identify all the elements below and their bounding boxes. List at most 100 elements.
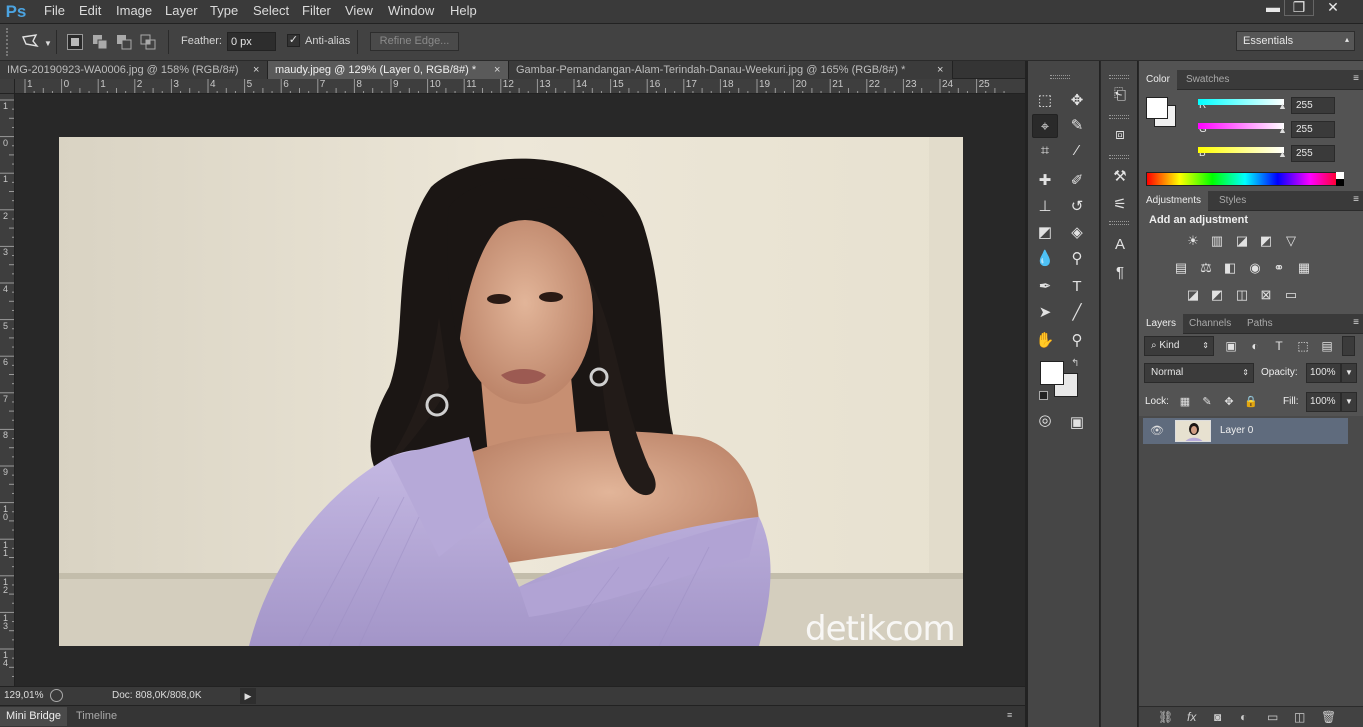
- toolbox-grip[interactable]: [1050, 75, 1070, 79]
- opacity-dropdown-icon[interactable]: ▼: [1341, 363, 1357, 383]
- color-spectrum-ramp[interactable]: [1146, 172, 1344, 186]
- brush-presets-icon[interactable]: ⚒: [1110, 167, 1130, 187]
- brightness-contrast-icon[interactable]: ☀: [1183, 232, 1203, 250]
- hand-tool-icon[interactable]: ✋: [1032, 329, 1058, 353]
- subtract-from-selection-icon[interactable]: [116, 34, 132, 50]
- delete-layer-icon[interactable]: 🗑: [1321, 710, 1336, 724]
- blur-tool-icon[interactable]: 💧: [1032, 247, 1058, 271]
- slider-thumb-icon[interactable]: ▲: [1278, 149, 1287, 159]
- invert-icon[interactable]: ◪: [1183, 286, 1203, 304]
- dodge-tool-icon[interactable]: ⚲: [1064, 247, 1090, 271]
- threshold-icon[interactable]: ◫: [1232, 286, 1252, 304]
- vertical-ruler[interactable]: 101234567891011121314: [0, 94, 15, 686]
- polygonal-lasso-tool-icon[interactable]: ⌖: [1032, 114, 1058, 138]
- fill-input[interactable]: 100%: [1306, 392, 1341, 412]
- gradient-map-icon[interactable]: ▭: [1281, 286, 1301, 304]
- ruler-corner[interactable]: [0, 79, 15, 94]
- new-layer-icon[interactable]: ◫: [1294, 710, 1305, 724]
- pen-tool-icon[interactable]: ✒: [1032, 275, 1058, 299]
- refine-edge-button[interactable]: Refine Edge...: [370, 32, 459, 51]
- slider-g[interactable]: [1198, 123, 1284, 129]
- menu-window[interactable]: Window: [388, 0, 434, 24]
- intersect-selection-icon[interactable]: [140, 34, 156, 50]
- eyedropper-icon[interactable]: ⁄: [1064, 139, 1090, 163]
- selective-color-icon[interactable]: ⊠: [1256, 286, 1276, 304]
- tab-maudy[interactable]: maudy.jpeg @ 129% (Layer 0, RGB/8#) * ×: [268, 61, 509, 79]
- tab-timeline[interactable]: Timeline: [70, 707, 123, 726]
- filter-adjustment-icon[interactable]: ◐: [1245, 337, 1265, 355]
- properties-panel-icon[interactable]: ⧈: [1110, 125, 1130, 145]
- photo-filter-icon[interactable]: ◉: [1245, 259, 1265, 277]
- status-share-icon[interactable]: [50, 689, 63, 702]
- new-group-icon[interactable]: ▭: [1267, 710, 1278, 724]
- levels-icon[interactable]: ▥: [1207, 232, 1227, 250]
- menu-type[interactable]: Type: [210, 0, 238, 24]
- tab-layers[interactable]: Layers: [1139, 314, 1184, 334]
- filter-type-icon[interactable]: T: [1269, 337, 1289, 355]
- history-panel-icon[interactable]: ⎗: [1110, 85, 1130, 105]
- link-layers-icon[interactable]: ⛓: [1158, 710, 1173, 724]
- layer-name[interactable]: Layer 0: [1220, 425, 1253, 436]
- tab-color[interactable]: Color: [1139, 70, 1177, 90]
- swap-colors-icon[interactable]: ↰: [1071, 358, 1079, 369]
- menu-help[interactable]: Help: [450, 0, 477, 24]
- tab-img-20190923[interactable]: IMG-20190923-WA0006.jpg @ 158% (RGB/8#) …: [0, 61, 268, 79]
- default-colors-icon[interactable]: [1039, 391, 1048, 400]
- spot-healing-icon[interactable]: ✚: [1032, 169, 1058, 193]
- tab-swatches[interactable]: Swatches: [1179, 70, 1236, 90]
- dock-grip[interactable]: [1109, 155, 1129, 159]
- layer-filter-dropdown[interactable]: ⌕ Kind ⇕: [1144, 336, 1214, 356]
- feather-input[interactable]: [227, 32, 276, 51]
- lock-all-icon[interactable]: 🔒: [1241, 393, 1261, 411]
- lock-transparency-icon[interactable]: ▦: [1175, 393, 1195, 411]
- color-foreground-swatch[interactable]: [1146, 97, 1168, 119]
- new-selection-icon[interactable]: [67, 34, 83, 50]
- slider-b[interactable]: [1198, 147, 1284, 153]
- character-panel-icon[interactable]: A: [1110, 235, 1130, 255]
- tab-gambar-pemandangan[interactable]: Gambar-Pemandangan-Alam-Terindah-Danau-W…: [509, 61, 953, 79]
- fill-dropdown-icon[interactable]: ▼: [1341, 392, 1357, 412]
- menu-select[interactable]: Select: [253, 0, 289, 24]
- options-grip[interactable]: [6, 28, 16, 56]
- move-tool-icon[interactable]: ✥: [1064, 89, 1090, 113]
- panel-menu-icon[interactable]: ≡: [1353, 73, 1359, 84]
- rectangular-marquee-icon[interactable]: ⬚: [1032, 89, 1058, 113]
- blend-mode-dropdown[interactable]: Normal ⇕: [1144, 363, 1254, 383]
- zoom-level[interactable]: 129,01%: [4, 690, 43, 701]
- vibrance-icon[interactable]: ▽: [1281, 232, 1301, 250]
- r-value[interactable]: 255: [1291, 97, 1335, 114]
- color-balance-icon[interactable]: ⚖: [1196, 259, 1216, 277]
- visibility-eye-icon[interactable]: 👁: [1150, 424, 1164, 437]
- brush-panel-icon[interactable]: ⚟: [1110, 195, 1130, 215]
- path-selection-icon[interactable]: ➤: [1032, 301, 1058, 325]
- panel-menu-icon[interactable]: ≡: [1353, 194, 1359, 205]
- black-white-icon[interactable]: ◧: [1220, 259, 1240, 277]
- zoom-tool-icon[interactable]: ⚲: [1064, 329, 1090, 353]
- menu-view[interactable]: View: [345, 0, 373, 24]
- horizontal-ruler[interactable]: 1 0 1 2 3 4 5 6 7 8 9 10 11 12 13 14 15 16 17 18 19 20 21 22 23 2…: [15, 79, 1025, 94]
- panel-menu-icon[interactable]: ≡: [1007, 710, 1012, 720]
- b-value[interactable]: 255: [1291, 145, 1335, 162]
- clone-stamp-icon[interactable]: ⊥: [1032, 195, 1058, 219]
- quick-mask-icon[interactable]: ◎: [1032, 409, 1058, 433]
- curves-icon[interactable]: ◪: [1232, 232, 1252, 250]
- paragraph-panel-icon[interactable]: ¶: [1110, 263, 1130, 283]
- screen-mode-icon[interactable]: ▣: [1064, 411, 1090, 435]
- tab-mini-bridge[interactable]: Mini Bridge: [0, 707, 68, 726]
- dock-grip[interactable]: [1109, 75, 1129, 79]
- close-tab-icon[interactable]: ×: [253, 61, 259, 79]
- filter-smart-object-icon[interactable]: ▤: [1317, 337, 1337, 355]
- close-tab-icon[interactable]: ×: [494, 61, 500, 79]
- crop-tool-icon[interactable]: ⌗: [1032, 139, 1058, 163]
- paint-bucket-icon[interactable]: ◈: [1064, 221, 1090, 245]
- quick-selection-icon[interactable]: ✎: [1064, 114, 1090, 138]
- history-brush-icon[interactable]: ↺: [1064, 195, 1090, 219]
- menu-image[interactable]: Image: [116, 0, 152, 24]
- restore-button[interactable]: ❐: [1284, 0, 1314, 16]
- posterize-icon[interactable]: ◩: [1207, 286, 1227, 304]
- add-to-selection-icon[interactable]: [92, 34, 108, 50]
- slider-r[interactable]: [1198, 99, 1284, 105]
- tab-channels[interactable]: Channels: [1182, 314, 1238, 334]
- antialias-checkbox[interactable]: ✓: [287, 34, 300, 47]
- slider-thumb-icon[interactable]: ▲: [1278, 101, 1287, 111]
